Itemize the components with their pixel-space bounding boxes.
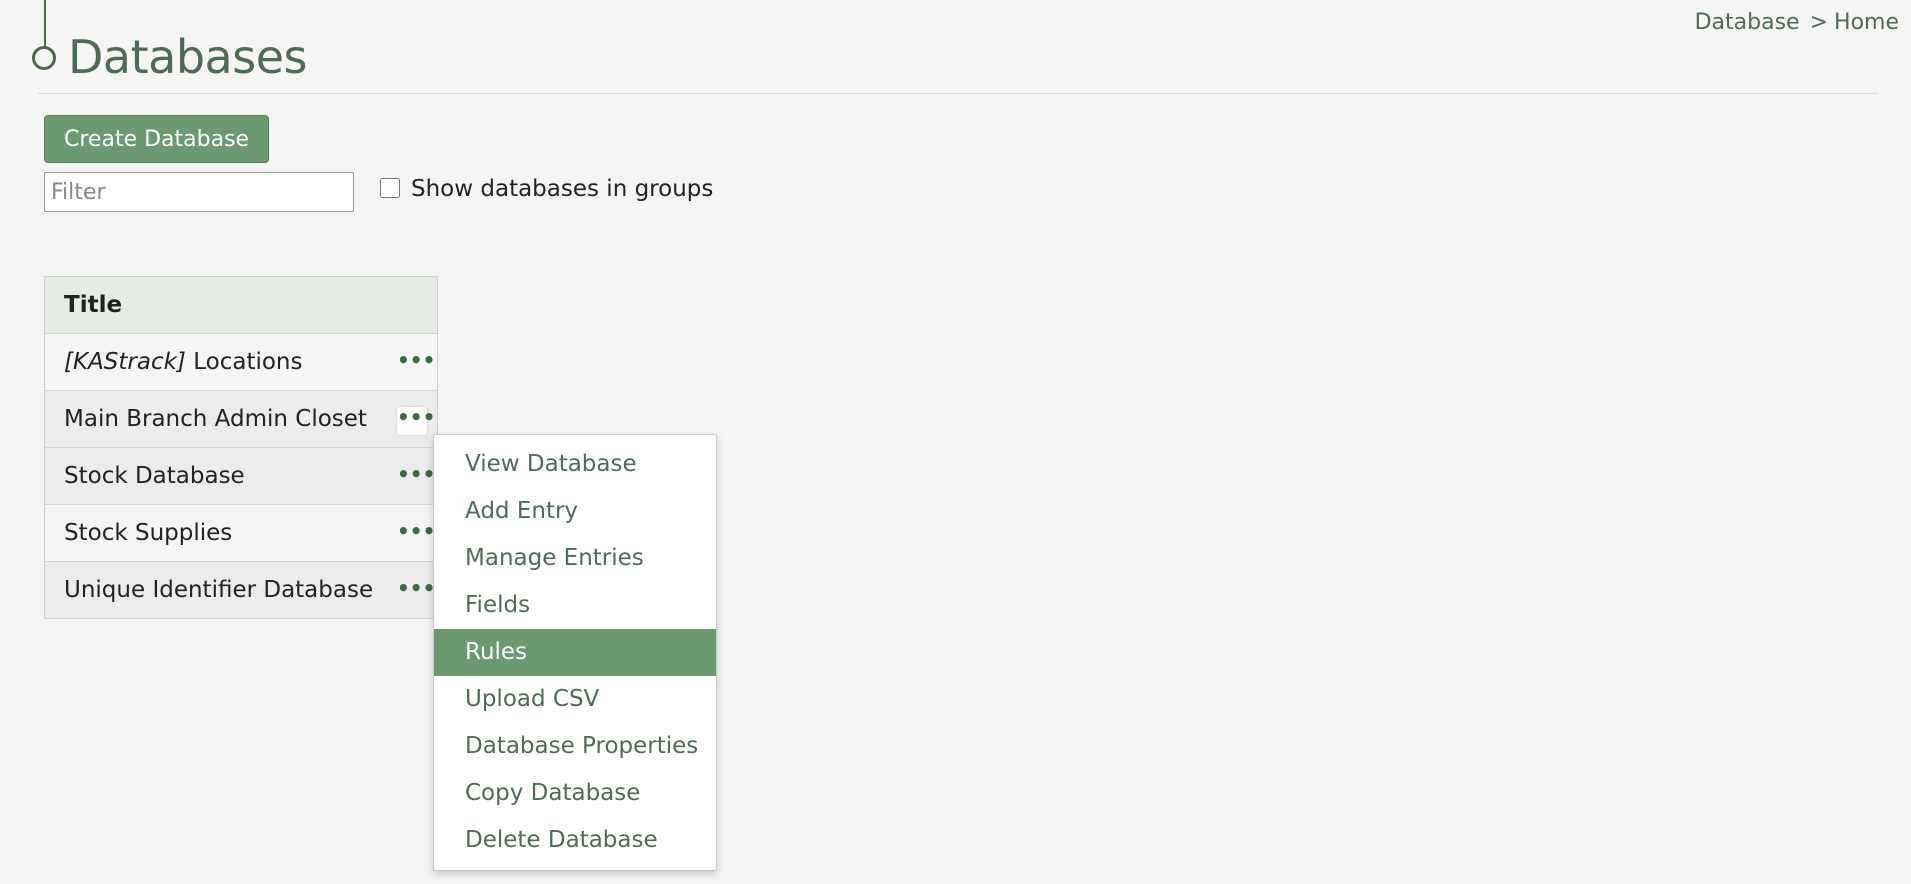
page: Database > Home Databases Create Database … (0, 0, 1911, 884)
row-actions-cell: ••• (383, 390, 438, 448)
table-row: Unique Identifier Database ••• (44, 561, 438, 619)
show-groups-label[interactable]: Show databases in groups (411, 176, 713, 202)
database-title-cell[interactable]: [KAStrack] Locations (44, 333, 383, 391)
database-title-cell[interactable]: Stock Supplies (44, 504, 383, 562)
row-actions-cell: ••• (383, 504, 438, 562)
menu-item-rules[interactable]: Rules (434, 629, 716, 676)
breadcrumb-parent-link[interactable]: Database (1695, 10, 1800, 35)
menu-item-database-properties[interactable]: Database Properties (434, 723, 716, 770)
row-actions-cell: ••• (383, 447, 438, 505)
more-actions-icon[interactable]: ••• (397, 521, 435, 549)
title-divider (38, 93, 1878, 94)
breadcrumb: Database > Home (1695, 10, 1899, 35)
more-actions-icon[interactable]: ••• (397, 350, 435, 378)
databases-table: Title [KAStrack] Locations ••• Main Bran… (44, 276, 438, 619)
database-name: Unique Identifier Database (64, 577, 374, 603)
database-name: Stock Supplies (64, 520, 233, 546)
page-title: Databases (68, 30, 307, 84)
database-title-cell[interactable]: Stock Database (44, 447, 383, 505)
more-actions-icon[interactable]: ••• (397, 406, 435, 435)
table-row: Stock Database ••• (44, 447, 438, 505)
title-marker-circle-icon (32, 46, 56, 70)
table-row: Main Branch Admin Closet ••• (44, 390, 438, 448)
filter-input[interactable] (44, 172, 354, 212)
database-title-cell[interactable]: Main Branch Admin Closet (44, 390, 383, 448)
title-column-header[interactable]: Title (44, 276, 438, 334)
create-database-button[interactable]: Create Database (44, 115, 270, 163)
menu-item-upload-csv[interactable]: Upload CSV (434, 676, 716, 723)
breadcrumb-current: Home (1834, 10, 1899, 35)
menu-item-copy-database[interactable]: Copy Database (434, 770, 716, 817)
row-actions-cell: ••• (383, 333, 438, 391)
database-context-menu: View Database Add Entry Manage Entries F… (433, 434, 717, 871)
table-header-row: Title (44, 276, 438, 334)
title-marker-line (44, 0, 46, 48)
table-row: [KAStrack] Locations ••• (44, 333, 438, 391)
breadcrumb-separator: > (1809, 10, 1829, 35)
show-groups-checkbox[interactable] (380, 178, 400, 198)
menu-item-add-entry[interactable]: Add Entry (434, 488, 716, 535)
more-actions-icon[interactable]: ••• (397, 578, 435, 606)
table-row: Stock Supplies ••• (44, 504, 438, 562)
database-name: Locations (193, 349, 303, 375)
database-prefix: [KAStrack] (64, 349, 186, 375)
database-title-cell[interactable]: Unique Identifier Database (44, 561, 383, 619)
row-actions-cell: ••• (383, 561, 438, 619)
more-actions-icon[interactable]: ••• (397, 464, 435, 492)
menu-item-delete-database[interactable]: Delete Database (434, 817, 716, 864)
menu-item-manage-entries[interactable]: Manage Entries (434, 535, 716, 582)
menu-item-view-database[interactable]: View Database (434, 441, 716, 488)
database-name: Stock Database (64, 463, 245, 489)
menu-item-fields[interactable]: Fields (434, 582, 716, 629)
database-name: Main Branch Admin Closet (64, 406, 367, 432)
